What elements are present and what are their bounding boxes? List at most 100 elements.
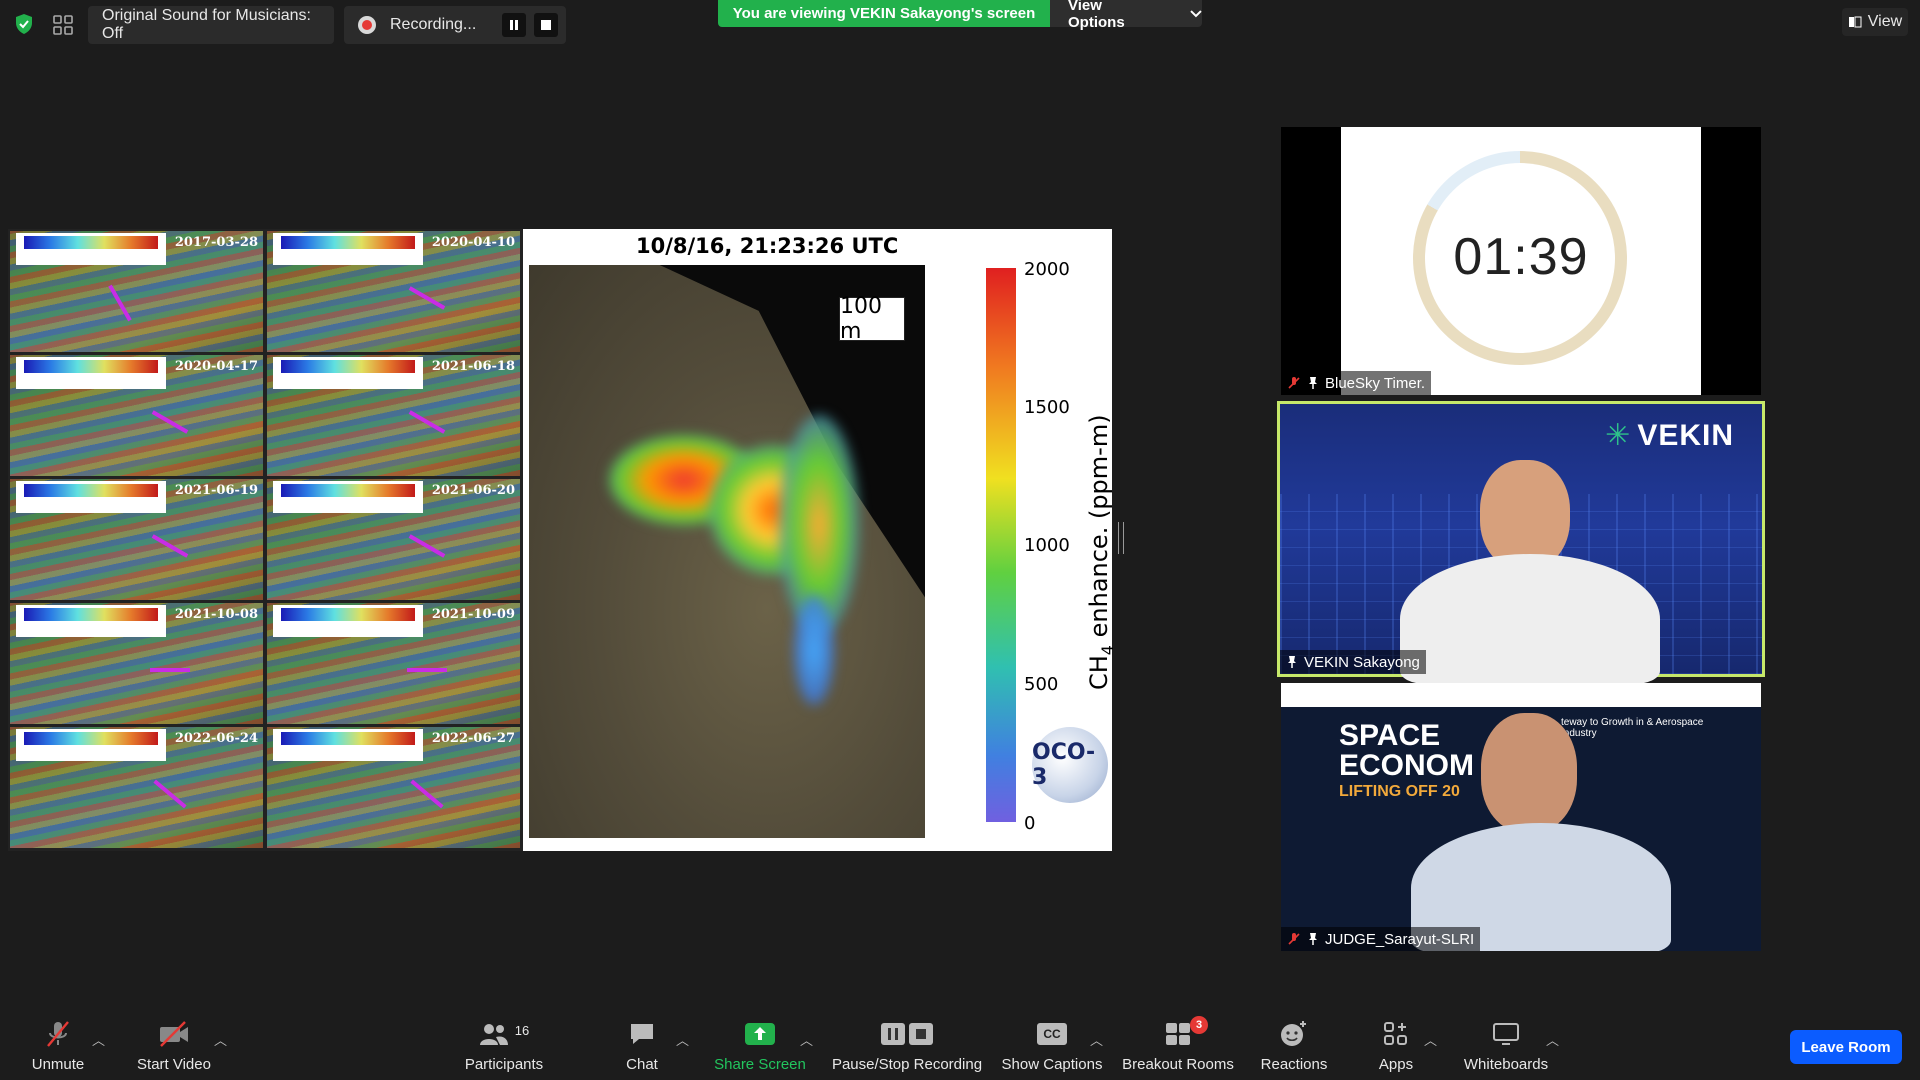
- pause-icon: [510, 20, 518, 30]
- space-economy-banner: SPACE ECONOM: [1339, 719, 1474, 782]
- show-captions-label: Show Captions: [1001, 1056, 1103, 1073]
- breakout-rooms-icon: [1166, 1023, 1190, 1045]
- satellite-tile: 2022-06-24: [10, 727, 263, 848]
- whiteboards-label: Whiteboards: [1463, 1056, 1549, 1073]
- colorbar: [986, 268, 1016, 822]
- recording-indicator: Recording...: [344, 6, 566, 44]
- view-options-button[interactable]: View Options: [1050, 0, 1202, 31]
- satellite-tile: 2020-04-17: [10, 355, 263, 476]
- tile-date: 2017-03-28: [174, 235, 258, 250]
- captions-icon: CC: [1037, 1023, 1067, 1045]
- video-options-caret[interactable]: ︿: [214, 1030, 227, 1049]
- participants-count: 16: [514, 1022, 530, 1038]
- tile-date: 2022-06-24: [174, 731, 258, 746]
- breakout-badge: 3: [1190, 1016, 1208, 1034]
- tile-date: 2021-06-18: [431, 359, 515, 374]
- start-video-button[interactable]: Start Video: [130, 1018, 218, 1074]
- methane-plume-map: [529, 265, 925, 838]
- viewing-banner: You are viewing VEKIN Sakayong's screen: [718, 0, 1050, 27]
- participants-icon: [479, 1024, 508, 1045]
- tile-date: 2020-04-10: [431, 235, 515, 250]
- view-button[interactable]: View: [1842, 8, 1908, 36]
- pause-stop-label: Pause/Stop Recording: [831, 1056, 983, 1073]
- muted-mic-icon: [1288, 377, 1300, 389]
- stop-recording-button[interactable]: [534, 13, 558, 37]
- satellite-tile: 2021-10-08: [10, 603, 263, 724]
- audio-options-caret[interactable]: ︿: [92, 1030, 105, 1049]
- participant-nametag: VEKIN Sakayong: [1280, 650, 1426, 674]
- share-screen-button[interactable]: Share Screen: [712, 1018, 808, 1074]
- participants-label: Participants: [464, 1056, 544, 1073]
- participants-button[interactable]: 16 Participants: [460, 1018, 548, 1074]
- pause-recording-button[interactable]: [502, 13, 526, 37]
- satellite-tile: 2021-06-20: [267, 479, 520, 600]
- chat-button[interactable]: Chat: [618, 1018, 666, 1074]
- lifting-off-text: LIFTING OFF 20: [1339, 783, 1460, 800]
- colorbar-tick: 1500: [1024, 397, 1070, 418]
- reactions-label: Reactions: [1260, 1056, 1328, 1073]
- pause-stop-icon: [881, 1023, 933, 1045]
- tile-date: 2021-10-09: [431, 607, 515, 622]
- whiteboards-options-caret[interactable]: ︿: [1546, 1030, 1559, 1049]
- gallery-grid-icon[interactable]: [52, 14, 74, 36]
- map-title: 10/8/16, 21:23:26 UTC: [636, 234, 899, 258]
- share-options-caret[interactable]: ︿: [800, 1030, 813, 1049]
- show-captions-button[interactable]: CC Show Captions: [1000, 1018, 1104, 1074]
- muted-mic-icon: [1288, 933, 1300, 945]
- participant-nametag: JUDGE_Sarayut-SLRI: [1281, 927, 1481, 951]
- chat-label: Chat: [626, 1056, 658, 1073]
- participant-video-presenter[interactable]: ✳ VEKIN VEKIN Sakayong: [1277, 401, 1765, 684]
- vekin-logo: ✳ VEKIN: [1605, 419, 1734, 452]
- participant-video-judge[interactable]: SPACE ECONOM LIFTING OFF 20 teway to Grow…: [1281, 683, 1761, 951]
- satellite-tile: 2022-06-27: [267, 727, 520, 848]
- chevron-down-icon: [1190, 9, 1202, 17]
- breakout-rooms-button[interactable]: 3 Breakout Rooms: [1120, 1016, 1236, 1074]
- video-off-icon: [160, 1021, 188, 1047]
- tile-date: 2020-04-17: [174, 359, 258, 374]
- leave-room-button[interactable]: Leave Room: [1790, 1030, 1902, 1064]
- tile-date: 2021-10-08: [174, 607, 258, 622]
- unmute-button[interactable]: Unmute: [22, 1018, 94, 1074]
- view-label: View: [1867, 13, 1903, 30]
- reactions-button[interactable]: Reactions: [1256, 1018, 1332, 1074]
- pin-icon: [1309, 377, 1317, 389]
- colorbar-tick: 2000: [1024, 259, 1070, 280]
- oco3-logo: OCO-3: [1032, 727, 1108, 803]
- whiteboard-icon: [1493, 1023, 1519, 1045]
- recording-label: Recording...: [390, 16, 477, 33]
- colorbar-label: CH4 enhance. (ppm-m): [1085, 414, 1117, 690]
- satellite-tile: 2021-06-18: [267, 355, 520, 476]
- satellite-tile: 2017-03-28: [10, 231, 263, 352]
- timer-value: 01:39: [1453, 228, 1589, 286]
- colorbar-tick: 1000: [1024, 535, 1070, 556]
- participant-video-timer[interactable]: 01:39 BlueSky Timer.: [1281, 127, 1761, 395]
- apps-label: Apps: [1378, 1056, 1414, 1073]
- recording-dot-icon: [358, 16, 376, 34]
- view-options-label: View Options: [1068, 0, 1125, 31]
- chat-icon: [631, 1024, 653, 1044]
- share-screen-icon: [745, 1023, 775, 1045]
- reactions-icon: [1281, 1021, 1306, 1046]
- tile-date: 2022-06-27: [431, 731, 515, 746]
- colorbar-tick: 500: [1024, 674, 1059, 695]
- breakout-rooms-label: Breakout Rooms: [1122, 1056, 1234, 1073]
- scale-label: 100 m: [839, 294, 905, 344]
- tile-date: 2021-06-20: [431, 483, 515, 498]
- satellite-tile: 2020-04-10: [267, 231, 520, 352]
- original-sound-toggle[interactable]: Original Sound for Musicians: Off: [88, 6, 334, 44]
- security-shield-icon[interactable]: [12, 12, 36, 36]
- resize-handle[interactable]: [1118, 522, 1124, 554]
- pause-stop-recording-button[interactable]: Pause/Stop Recording: [830, 1018, 984, 1074]
- muted-mic-icon: [47, 1021, 69, 1047]
- tile-date: 2021-06-19: [174, 483, 258, 498]
- apps-options-caret[interactable]: ︿: [1424, 1030, 1437, 1049]
- pin-icon: [1288, 656, 1296, 668]
- participant-nametag: BlueSky Timer.: [1281, 371, 1432, 395]
- satellite-tile-grid: 2017-03-28 2020-04-10 2020-04-17 2021-06…: [8, 229, 523, 851]
- colorbar-tick: 0: [1024, 813, 1036, 834]
- whiteboards-button[interactable]: Whiteboards: [1454, 1018, 1558, 1074]
- captions-options-caret[interactable]: ︿: [1090, 1030, 1103, 1049]
- apps-button[interactable]: Apps: [1370, 1018, 1422, 1074]
- satellite-tile: 2021-06-19: [10, 479, 263, 600]
- chat-options-caret[interactable]: ︿: [676, 1030, 689, 1049]
